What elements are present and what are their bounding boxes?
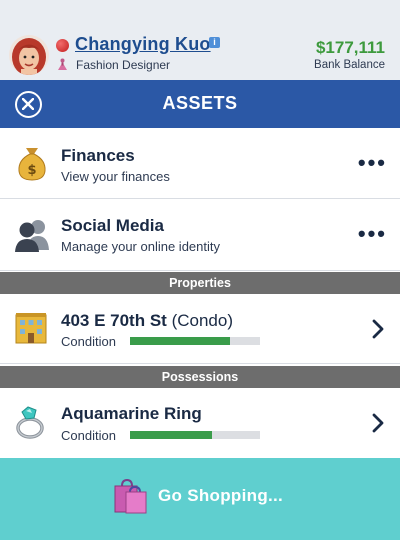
status-dot-icon [56, 39, 69, 52]
job-icon [56, 58, 69, 71]
possession-condition-label: Condition [61, 428, 116, 443]
people-icon [13, 217, 49, 253]
possession-chevron-icon[interactable] [371, 413, 385, 433]
finances-more-icon[interactable]: ••• [358, 152, 387, 174]
possessions-section-header: Possessions [0, 366, 400, 388]
svg-text:$: $ [27, 163, 36, 178]
property-chevron-icon[interactable] [371, 319, 385, 339]
building-icon [13, 311, 49, 347]
bank-balance: $177,111 [315, 38, 385, 57]
property-title: 403 E 70th St (Condo) [61, 311, 233, 330]
finances-title: Finances [61, 146, 135, 165]
possession-title: Aquamarine Ring [61, 404, 202, 423]
social-media-title: Social Media [61, 216, 164, 235]
properties-section-header: Properties [0, 272, 400, 294]
social-media-more-icon[interactable]: ••• [358, 223, 387, 245]
go-shopping-label[interactable]: Go Shopping... [158, 486, 283, 506]
property-condition-fill [130, 337, 231, 345]
player-name[interactable]: Changying Kuo [75, 34, 211, 55]
money-bag-icon: $ [14, 144, 50, 181]
possession-condition-fill [130, 431, 212, 439]
page-title: ASSETS [162, 93, 238, 113]
finances-row[interactable]: $ Finances View your finances ••• [0, 128, 400, 199]
property-condition-label: Condition [61, 334, 116, 349]
avatar[interactable] [9, 35, 49, 75]
job-title: Fashion Designer [76, 58, 171, 72]
property-row[interactable]: 403 E 70th St (Condo) Condition [0, 294, 400, 364]
possession-condition-bar [130, 431, 260, 439]
social-media-row[interactable]: Social Media Manage your online identity… [0, 199, 400, 271]
bank-balance-label: Bank Balance [314, 59, 385, 71]
possession-row[interactable]: Aquamarine Ring Condition [0, 388, 400, 458]
finances-subtitle: View your finances [61, 169, 170, 184]
social-media-subtitle: Manage your online identity [61, 239, 220, 254]
shopping-bag-icon [110, 478, 148, 514]
property-condition-bar [130, 337, 260, 345]
ring-icon [14, 404, 50, 440]
info-icon[interactable]: i [209, 37, 220, 48]
